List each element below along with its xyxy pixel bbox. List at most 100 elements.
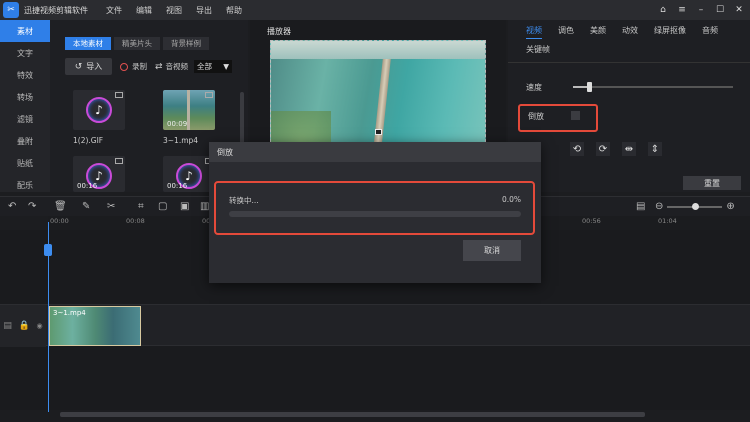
audio-video-label: 音视频 — [165, 62, 189, 71]
sidetab-overlay[interactable]: 叠附 — [0, 130, 50, 152]
import-icon: ↺ — [74, 61, 83, 72]
divider — [508, 62, 750, 63]
close-icon[interactable]: ✕ — [732, 3, 746, 17]
flip-vertical-icon[interactable]: ⇕ — [648, 142, 662, 156]
zoom-slider-handle[interactable] — [691, 202, 699, 210]
progress-percent: 0.0% — [501, 195, 521, 204]
record-icon — [120, 62, 128, 71]
filter-select[interactable]: 全部 ▼ — [194, 60, 233, 73]
sidetab-stickers[interactable]: 贴纸 — [0, 152, 50, 174]
tab-video[interactable]: 视频 — [526, 25, 542, 39]
media-item-duration: 00:16 — [77, 182, 98, 190]
zoom-out-icon[interactable]: ⊖ — [655, 201, 663, 212]
speed-slider[interactable] — [573, 82, 733, 92]
maximize-icon[interactable]: ☐ — [713, 3, 727, 17]
home-icon[interactable]: ⌂ — [656, 3, 670, 17]
sidetab-effects[interactable]: 特效 — [0, 64, 50, 86]
flip-horizontal-icon[interactable]: ⇹ — [622, 142, 636, 156]
sidetab-text[interactable]: 文字 — [0, 42, 50, 64]
sidetab-music[interactable]: 配乐 — [0, 174, 50, 196]
tab-chroma-key[interactable]: 绿屏抠像 — [654, 25, 686, 39]
progress-bar — [229, 211, 521, 217]
menu-bar: 文件 编辑 视图 导出 帮助 — [106, 5, 256, 16]
track-header: ▤ 🔒 ◉ — [0, 305, 46, 347]
music-note-icon: ♪ — [86, 97, 112, 123]
tab-keyframe[interactable]: 关键帧 — [526, 44, 550, 55]
reset-button[interactable]: 重置 — [683, 176, 741, 190]
media-item-video[interactable]: 00:09 — [163, 90, 215, 130]
clip-label: 3~1.mp4 — [53, 309, 86, 317]
app-title: 迅捷视频剪辑软件 — [24, 5, 88, 15]
audio-badge-icon — [115, 92, 123, 98]
zoom-in-icon[interactable]: ⊕ — [726, 201, 734, 212]
menu-view[interactable]: 视图 — [166, 5, 182, 16]
tab-color[interactable]: 调色 — [558, 25, 574, 39]
fit-screen-icon[interactable]: ▤ — [636, 201, 645, 212]
tab-audio[interactable]: 音频 — [702, 25, 718, 39]
rotate-right-icon[interactable]: ⟳ — [596, 142, 610, 156]
resize-icon[interactable]: ▢ — [158, 201, 167, 212]
window-controls: ⌂ ≡ – ☐ ✕ — [651, 3, 746, 17]
category-sidebar: 素材 文字 特效 转场 滤镜 叠附 贴纸 配乐 — [0, 20, 50, 192]
video-car — [375, 129, 382, 135]
lines-icon[interactable]: ≡ — [675, 3, 689, 17]
swap-icon: ⇄ — [155, 61, 163, 72]
app-logo-icon: ✂ — [3, 2, 19, 18]
mosaic-icon[interactable]: ▣ — [180, 201, 189, 212]
minimize-icon[interactable]: – — [694, 3, 708, 17]
audio-badge-icon — [115, 158, 123, 164]
tab-backgrounds[interactable]: 背景样例 — [163, 37, 209, 50]
media-item-audio[interactable]: ♪ 00:16 — [163, 156, 215, 192]
tab-local-media[interactable]: 本地素材 — [65, 37, 111, 50]
tab-beauty[interactable]: 美颜 — [590, 25, 606, 39]
tab-motion[interactable]: 动效 — [622, 25, 638, 39]
progress-status: 转换中... — [229, 196, 259, 205]
reverse-checkbox[interactable] — [571, 111, 580, 120]
sidetab-filters[interactable]: 滤镜 — [0, 108, 50, 130]
import-label: 导入 — [86, 62, 103, 71]
cancel-button[interactable]: 取消 — [463, 240, 521, 261]
playhead-handle[interactable] — [44, 244, 52, 256]
player-title: 播放器 — [267, 27, 291, 36]
media-item-gif[interactable]: ♪ — [73, 90, 125, 130]
record-button[interactable]: 录制 — [120, 61, 147, 72]
media-item-name: 1(2).GIF — [73, 136, 104, 145]
ruler-tick-label: 00:56 — [582, 217, 601, 225]
delete-icon[interactable]: 🗑 — [54, 201, 67, 212]
menu-edit[interactable]: 编辑 — [136, 5, 152, 16]
audio-video-filter[interactable]: ⇄ 音视频 — [155, 61, 188, 72]
media-item-duration: 00:09 — [167, 120, 188, 128]
lock-icon[interactable]: 🔒 — [19, 321, 30, 331]
cut-icon[interactable]: ✂ — [107, 201, 115, 212]
redo-icon[interactable]: ↷ — [28, 201, 36, 212]
video-track: ▤ 🔒 ◉ 3~1.mp4 — [0, 304, 750, 347]
rotate-left-icon[interactable]: ⟲ — [570, 142, 584, 156]
timeline-clip[interactable]: 3~1.mp4 — [49, 306, 141, 346]
sidetab-material[interactable]: 素材 — [0, 20, 50, 42]
record-label: 录制 — [132, 62, 147, 71]
menu-file[interactable]: 文件 — [106, 5, 122, 16]
title-bar: ✂ 迅捷视频剪辑软件 文件 编辑 视图 导出 帮助 ⌂ ≡ – ☐ ✕ — [0, 0, 750, 20]
progress-highlight — [214, 181, 535, 235]
tab-intros[interactable]: 精美片头 — [114, 37, 160, 50]
media-item-name: 3~1.mp4 — [163, 136, 199, 145]
zoom-slider[interactable] — [667, 202, 723, 210]
filter-value: 全部 — [197, 62, 213, 71]
zoom-control: ⊖ ⊕ — [655, 201, 735, 212]
menu-help[interactable]: 帮助 — [226, 5, 242, 16]
undo-icon[interactable]: ↶ — [8, 201, 16, 212]
reverse-dialog: 倒放 转换中... 0.0% 取消 — [209, 142, 541, 283]
edit-icon[interactable]: ✎ — [82, 201, 90, 212]
eye-icon[interactable]: ◉ — [37, 322, 43, 330]
menu-export[interactable]: 导出 — [196, 5, 212, 16]
timeline-horizontal-scrollbar[interactable] — [60, 412, 645, 417]
speed-slider-handle[interactable] — [587, 82, 592, 92]
media-tabs: 本地素材 精美片头 背景样例 — [65, 37, 212, 50]
speed-label: 速度 — [526, 83, 542, 92]
import-button[interactable]: ↺ 导入 — [65, 58, 112, 75]
ruler-tick-label: 00:08 — [126, 217, 145, 225]
sidetab-transitions[interactable]: 转场 — [0, 86, 50, 108]
media-item-audio[interactable]: ♪ 00:16 — [73, 156, 125, 192]
reverse-label: 倒放 — [528, 112, 544, 121]
crop-icon[interactable]: ⌗ — [138, 201, 144, 212]
